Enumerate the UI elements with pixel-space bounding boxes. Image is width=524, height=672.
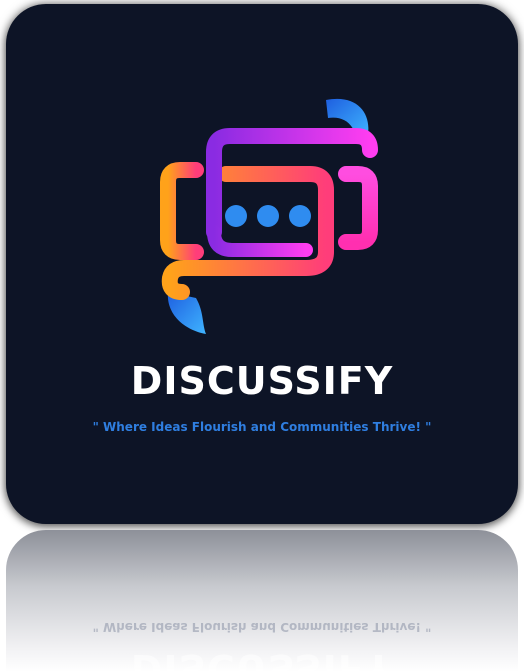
- app-icon-stage: DISCUSSIFY " Where Ideas Flourish and Co…: [0, 0, 524, 672]
- icon-reflection: " Where Ideas Flourish and Communities T…: [6, 530, 518, 672]
- chat-dot-1: [225, 205, 247, 227]
- chat-dot-2: [257, 205, 279, 227]
- reflected-tagline: " Where Ideas Flourish and Communities T…: [92, 620, 432, 634]
- brand-name: DISCUSSIFY: [130, 359, 394, 403]
- reflected-brand-name: DISCUSSIFY: [130, 646, 394, 672]
- chat-dot-3: [289, 205, 311, 227]
- brand-tagline: " Where Ideas Flourish and Communities T…: [92, 420, 432, 434]
- chat-bubbles-icon: [160, 98, 378, 334]
- app-icon-card[interactable]: DISCUSSIFY " Where Ideas Flourish and Co…: [6, 4, 518, 524]
